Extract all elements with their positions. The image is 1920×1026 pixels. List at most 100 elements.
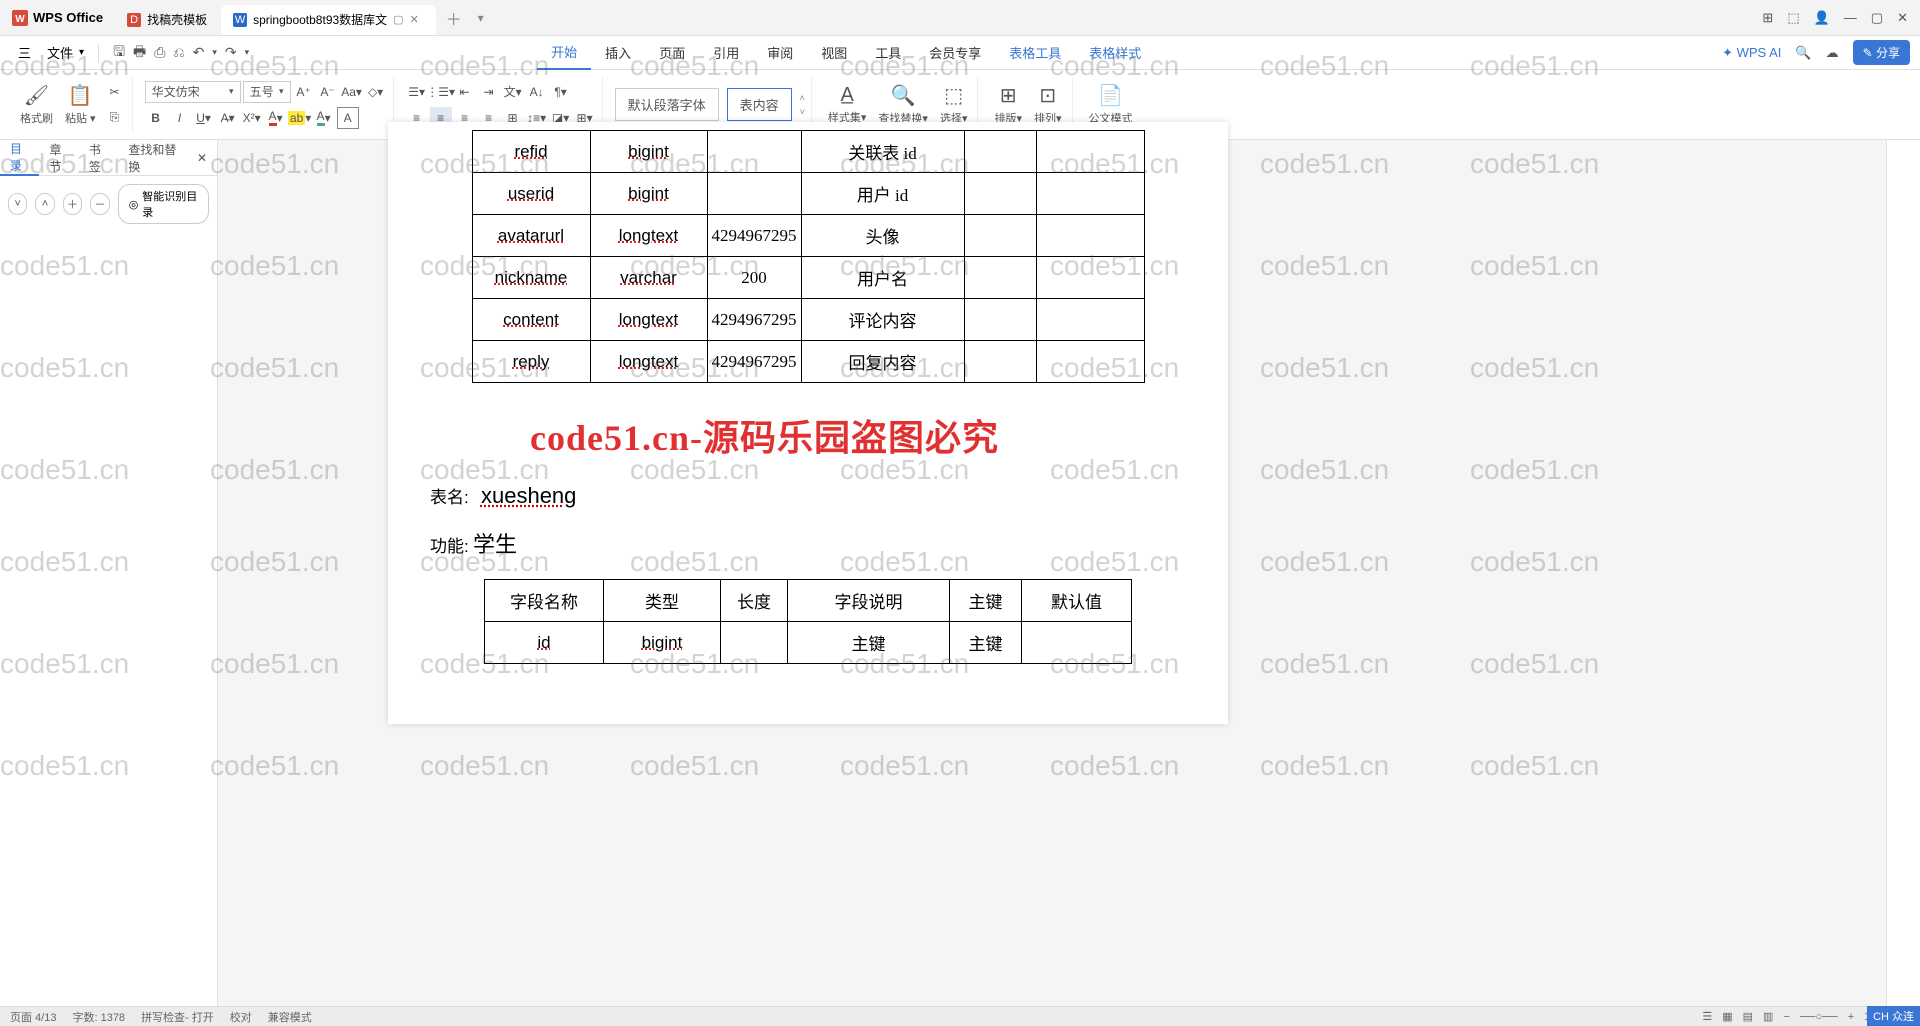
style-content[interactable]: 表内容 [727, 88, 792, 121]
close-button[interactable]: ✕ [1897, 10, 1908, 26]
menu-ref[interactable]: 引用 [699, 36, 753, 70]
table-2[interactable]: 字段名称类型长度字段说明主键默认值idbigint主键主键 [484, 579, 1132, 664]
collapse-down-button[interactable]: ˅ [8, 193, 27, 215]
style-down-icon[interactable]: ˅ [800, 107, 805, 117]
select-button[interactable]: ⬚选择▾ [936, 83, 972, 126]
format-painter-button[interactable]: 🖌格式刷 [16, 83, 57, 126]
search-icon[interactable]: 🔍 [1795, 45, 1811, 61]
tab-list-button[interactable]: ▾ [470, 11, 492, 25]
page-indicator[interactable]: 页面 4/13 [10, 1009, 56, 1025]
minimize-button[interactable]: — [1844, 10, 1857, 25]
table-1[interactable]: refidbigint关联表 iduseridbigint用户 idavatar… [472, 130, 1145, 383]
zoom-in-button[interactable]: + [1848, 1011, 1854, 1023]
layout-button[interactable]: ⊞排版▾ [990, 83, 1026, 126]
table-row[interactable]: idbigint主键主键 [485, 622, 1132, 664]
menu-page[interactable]: 页面 [645, 36, 699, 70]
menu-table-style[interactable]: 表格样式 [1075, 36, 1155, 70]
zoom-slider[interactable]: ──○── [1800, 1011, 1838, 1023]
tab-add-button[interactable]: ＋ [438, 6, 470, 30]
nav-tab-chapter[interactable]: 章节 [39, 140, 78, 176]
nav-tab-toc[interactable]: 目录 [0, 140, 39, 176]
menu-review[interactable]: 审阅 [753, 36, 807, 70]
print-icon[interactable]: 🖶 [133, 41, 146, 65]
bullets-button[interactable]: ☰▾ [406, 81, 428, 103]
menu-start[interactable]: 开始 [537, 36, 591, 70]
clear-format-button[interactable]: ◇▾ [365, 81, 387, 103]
nav-close-button[interactable]: ✕ [187, 140, 217, 176]
table-row[interactable]: replylongtext4294967295回复内容 [472, 341, 1144, 383]
zoom-out-button[interactable]: − [1783, 1011, 1789, 1023]
table-row[interactable]: avatarurllongtext4294967295头像 [472, 215, 1144, 257]
collapse-up-button[interactable]: ˄ [35, 193, 54, 215]
numbering-button[interactable]: ⋮☰▾ [430, 81, 452, 103]
copy-button[interactable]: ⎘ [104, 107, 126, 129]
tab-menu-icon[interactable]: ▢ [393, 13, 403, 26]
highlight-button[interactable]: ab▾ [289, 107, 311, 129]
add-heading-button[interactable]: ＋ [63, 193, 82, 215]
menu-tools[interactable]: 工具 [861, 36, 915, 70]
menu-insert[interactable]: 插入 [591, 36, 645, 70]
strike-button[interactable]: A̶▾ [217, 107, 239, 129]
tab-close-icon[interactable]: ✕ [410, 13, 424, 27]
table-row[interactable]: refidbigint关联表 id [472, 131, 1144, 173]
share-button[interactable]: ✎ 分享 [1853, 40, 1910, 65]
view-outline-icon[interactable]: ▥ [1763, 1010, 1773, 1023]
show-marks-button[interactable]: ¶▾ [550, 81, 572, 103]
sort-button[interactable]: A↓ [526, 81, 548, 103]
bold-button[interactable]: B [145, 107, 167, 129]
italic-button[interactable]: I [169, 107, 191, 129]
shading-button[interactable]: A▾ [313, 107, 335, 129]
superscript-button[interactable]: X²▾ [241, 107, 263, 129]
font-color-button[interactable]: A▾ [265, 107, 287, 129]
redo-icon[interactable]: ↷ [225, 44, 237, 61]
tab-document[interactable]: W springbootb8t93数据库文 ▢ ✕ [221, 5, 435, 35]
arrange-button[interactable]: ⊡排列▾ [1030, 83, 1066, 126]
increase-font-button[interactable]: A⁺ [293, 81, 315, 103]
pin-icon[interactable]: ⊞ [1762, 10, 1773, 26]
proof-status[interactable]: 校对 [230, 1009, 252, 1025]
word-count[interactable]: 字数: 1378 [72, 1009, 125, 1025]
save-icon[interactable]: 🖫 [113, 41, 125, 65]
menu-vip[interactable]: 会员专享 [915, 36, 995, 70]
avatar-icon[interactable]: 👤 [1814, 10, 1830, 26]
nav-tab-bookmark[interactable]: 书签 [79, 140, 118, 176]
table-row[interactable]: useridbigint用户 id [472, 173, 1144, 215]
text-direction-button[interactable]: 文▾ [502, 81, 524, 103]
view-page-icon[interactable]: ▦ [1722, 1010, 1732, 1023]
style-up-icon[interactable]: ˄ [800, 93, 805, 103]
increase-indent-button[interactable]: ⇥ [478, 81, 500, 103]
paste-button[interactable]: 📋粘贴 ▾ [61, 83, 100, 126]
table-row[interactable]: nicknamevarchar200用户名 [472, 257, 1144, 299]
smart-toc-button[interactable]: ◎ 智能识别目录 [118, 184, 209, 224]
document-canvas[interactable]: refidbigint关联表 iduseridbigint用户 idavatar… [388, 122, 1228, 724]
table-row[interactable]: contentlongtext4294967295评论内容 [472, 299, 1144, 341]
remove-heading-button[interactable]: － [90, 193, 109, 215]
view-web-icon[interactable]: ▤ [1743, 1010, 1753, 1023]
underline-button[interactable]: U▾ [193, 107, 215, 129]
cut-quick-icon[interactable]: ⎌ [173, 44, 184, 61]
decrease-indent-button[interactable]: ⇤ [454, 81, 476, 103]
cut-button[interactable]: ✂ [104, 81, 126, 103]
undo-icon[interactable]: ↶ [193, 44, 205, 61]
decrease-font-button[interactable]: A⁻ [317, 81, 339, 103]
style-default[interactable]: 默认段落字体 [615, 88, 719, 121]
hamburger-menu[interactable]: 三 [10, 43, 39, 62]
styleset-button[interactable]: A̲样式集▾ [824, 84, 871, 125]
char-border-button[interactable]: A [337, 107, 359, 129]
menu-view[interactable]: 视图 [807, 36, 861, 70]
spellcheck-status[interactable]: 拼写检查- 打开 [141, 1009, 214, 1025]
official-mode-button[interactable]: 📄公文模式 [1085, 83, 1137, 126]
cloud-icon[interactable]: ☁ [1826, 45, 1839, 61]
view-read-icon[interactable]: ☰ [1702, 1010, 1712, 1023]
font-select[interactable]: 华文仿宋▾ [145, 81, 241, 103]
preview-icon[interactable]: ⎙ [154, 44, 165, 61]
change-case-button[interactable]: Aa▾ [341, 81, 363, 103]
find-replace-button[interactable]: 🔍查找替换▾ [874, 83, 932, 126]
file-menu[interactable]: 文件▾ [39, 43, 92, 62]
menu-table-tools[interactable]: 表格工具 [995, 36, 1075, 70]
tab-template[interactable]: D 找稿壳模板 [115, 5, 219, 35]
wps-ai-button[interactable]: ✦ WPS AI [1722, 45, 1781, 61]
size-select[interactable]: 五号▾ [243, 81, 291, 103]
maximize-button[interactable]: ▢ [1871, 10, 1883, 26]
cube-icon[interactable]: ⬚ [1787, 10, 1799, 26]
